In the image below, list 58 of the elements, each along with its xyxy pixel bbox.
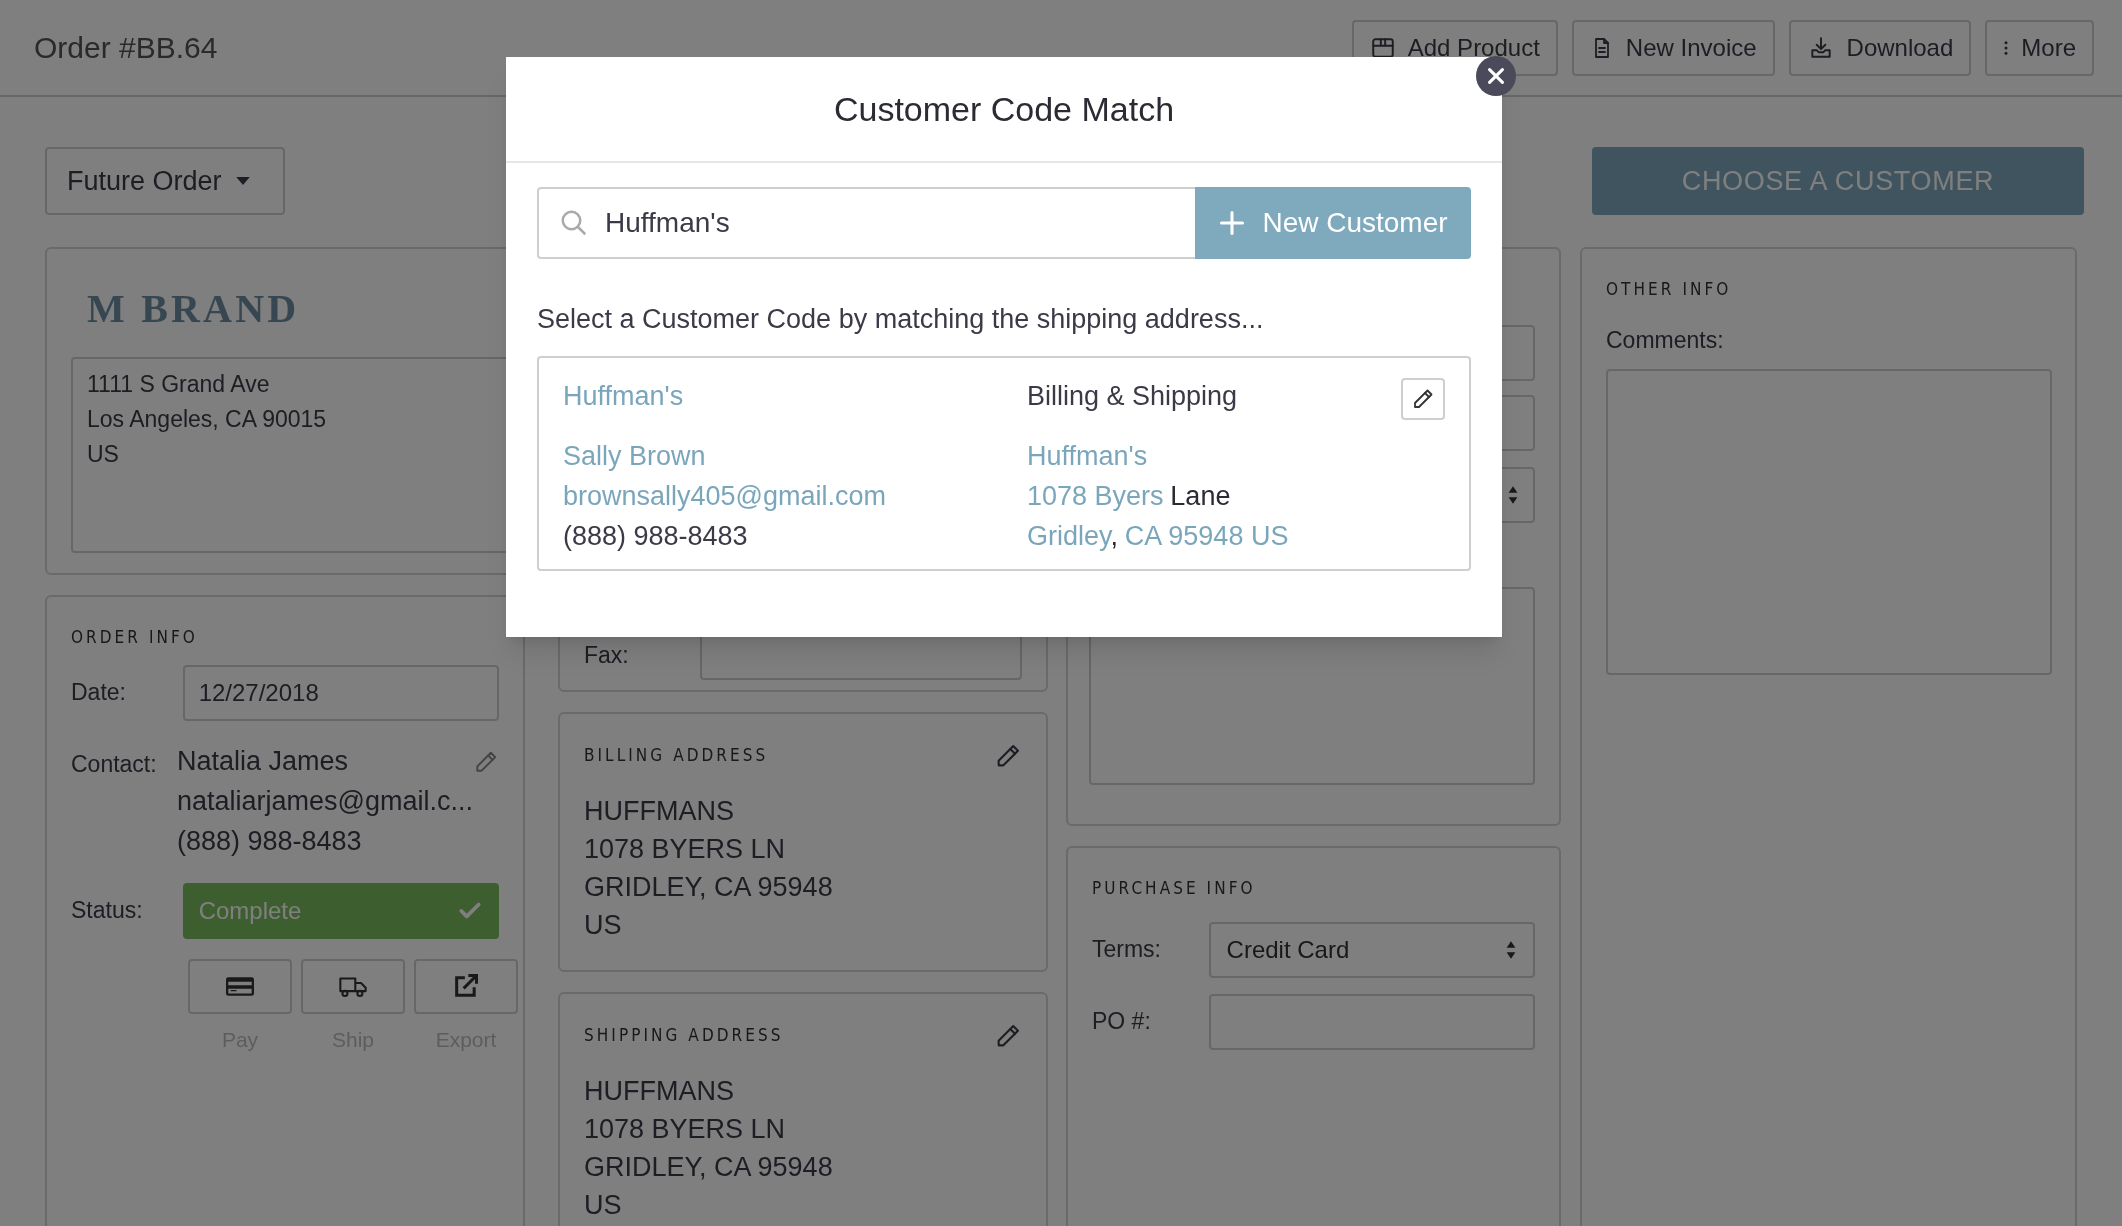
address-line: US <box>584 1189 623 1222</box>
address-line: HUFFMANS <box>584 1075 735 1108</box>
search-icon <box>559 208 589 238</box>
section-heading: PURCHASE INFO <box>1092 877 1257 900</box>
field-label: Terms: <box>1092 935 1162 965</box>
new-customer-button[interactable]: New Customer <box>1195 187 1471 259</box>
address-line: 1078 BYERS LN <box>584 1113 787 1146</box>
input-field[interactable] <box>1208 993 1535 1050</box>
contact-line: Natalia James <box>177 744 350 778</box>
field-label: PO #: <box>1092 1007 1152 1037</box>
contact-line: (888) 988-8483 <box>177 824 363 858</box>
toolbar-button[interactable]: More <box>1985 19 2094 76</box>
email-link[interactable]: brownsally405@gmail.com <box>563 475 1027 516</box>
credit-card-icon <box>226 975 254 997</box>
external-link-icon <box>452 972 480 1000</box>
action-button[interactable] <box>301 958 405 1014</box>
toolbar-button[interactable]: Download <box>1788 19 1972 76</box>
section-heading: ORDER INFO <box>71 626 199 649</box>
address-line: GRIDLEY, CA 95948 <box>584 1151 834 1184</box>
contact-line: nataliarjames@gmail.c... <box>177 784 473 818</box>
search-field[interactable]: Huffman's <box>537 187 1195 259</box>
toolbar-button[interactable]: New Invoice <box>1571 19 1775 76</box>
address-line: 1078 BYERS LN <box>584 833 787 866</box>
section-heading: BILLING ADDRESS <box>584 744 769 768</box>
order-title: Order #BB.64 <box>34 30 218 66</box>
terms-select[interactable]: Credit Card <box>1208 921 1535 978</box>
truck-icon <box>338 974 368 998</box>
phone-text: (888) 988-8483 <box>563 519 749 553</box>
address-line: Los Angeles, CA 90015 <box>87 405 328 434</box>
section-heading: SHIPPING ADDRESS <box>584 1024 784 1048</box>
address-line: GRIDLEY, CA 95948 <box>584 871 834 904</box>
customer-name-link[interactable]: Huffman's <box>563 375 1027 416</box>
field-label: Contact: <box>71 749 158 779</box>
address-line: US <box>87 440 120 469</box>
address-line: HUFFMANS <box>584 795 735 828</box>
address-type: Billing & Shipping <box>1027 379 1238 413</box>
close-icon <box>1485 65 1507 87</box>
input-field[interactable]: 12/27/2018 <box>182 664 499 721</box>
brand-logo: M BRAND <box>86 285 301 333</box>
edit-button[interactable] <box>1401 377 1445 420</box>
field-label: Fax: <box>584 640 630 670</box>
field-label: Status: <box>71 896 144 926</box>
order-type-dropdown[interactable]: Future Order <box>45 147 285 215</box>
action-button[interactable] <box>414 958 518 1014</box>
select-arrows-icon <box>1507 484 1519 506</box>
field-label: Date: <box>71 678 127 708</box>
address-line: 1078 Byers Lane <box>1027 479 1231 513</box>
field-label: Comments: <box>1606 325 1725 355</box>
address-line: 1111 S Grand Ave <box>87 370 271 399</box>
instruction-text: Select a Customer Code by matching the shipping address... <box>537 303 1265 336</box>
plus-icon <box>1218 209 1247 237</box>
section-heading: OTHER INFO <box>1606 278 1733 301</box>
address-line: US <box>584 909 623 942</box>
address-line: Gridley, CA 95948 US <box>1027 519 1289 553</box>
contact-name-link[interactable]: Sally Brown <box>563 435 1027 476</box>
action-button[interactable] <box>188 958 292 1014</box>
address-line: Huffman's <box>1027 439 1148 473</box>
caret-icon <box>235 176 250 186</box>
